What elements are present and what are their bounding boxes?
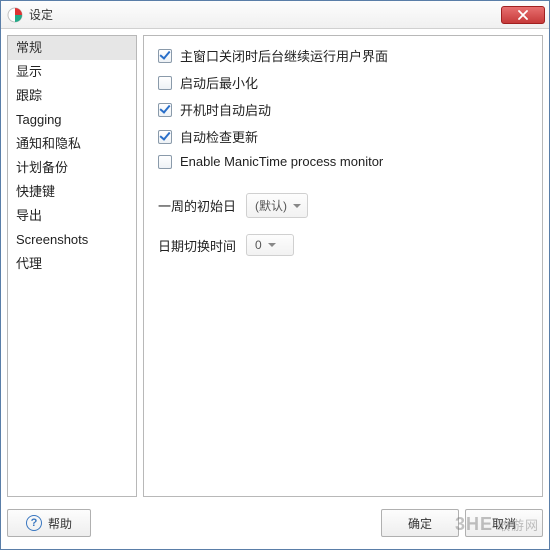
run-after-close-row: 主窗口关闭时后台继续运行用户界面 [158, 46, 528, 65]
day-switch-select[interactable]: 0 [246, 234, 294, 256]
autostart-checkbox[interactable] [158, 103, 172, 117]
settings-window: 设定 常规显示跟踪Tagging通知和隐私计划备份快捷键导出Screenshot… [0, 0, 550, 550]
sidebar-item-1[interactable]: 显示 [8, 60, 136, 84]
close-icon [518, 10, 528, 20]
auto-update-label: 自动检查更新 [180, 127, 258, 146]
ok-label: 确定 [408, 515, 432, 532]
run-after-close-label: 主窗口关闭时后台继续运行用户界面 [180, 46, 388, 65]
window-title: 设定 [29, 6, 501, 23]
sidebar-item-9[interactable]: 代理 [8, 252, 136, 276]
process-monitor-checkbox[interactable] [158, 155, 172, 169]
autostart-row: 开机时自动启动 [158, 100, 528, 119]
chevron-down-icon [268, 243, 276, 247]
chevron-down-icon [293, 204, 301, 208]
cancel-label: 取消 [492, 515, 516, 532]
sidebar-item-5[interactable]: 计划备份 [8, 156, 136, 180]
ok-button[interactable]: 确定 [381, 509, 459, 537]
sidebar: 常规显示跟踪Tagging通知和隐私计划备份快捷键导出Screenshots代理 [7, 35, 137, 497]
auto-update-row: 自动检查更新 [158, 127, 528, 146]
sidebar-item-0[interactable]: 常规 [8, 36, 136, 60]
minimize-after-start-label: 启动后最小化 [180, 73, 258, 92]
sidebar-item-6[interactable]: 快捷键 [8, 180, 136, 204]
cancel-button[interactable]: 取消 [465, 509, 543, 537]
titlebar: 设定 [1, 1, 549, 29]
dialog-body: 常规显示跟踪Tagging通知和隐私计划备份快捷键导出Screenshots代理… [1, 29, 549, 503]
close-button[interactable] [501, 6, 545, 24]
week-start-select[interactable]: (默认) [246, 193, 308, 218]
day-switch-label: 日期切换时间 [158, 236, 236, 255]
app-icon [7, 7, 23, 23]
sidebar-item-8[interactable]: Screenshots [8, 228, 136, 252]
auto-update-checkbox[interactable] [158, 130, 172, 144]
sidebar-item-4[interactable]: 通知和隐私 [8, 132, 136, 156]
week-start-label: 一周的初始日 [158, 196, 236, 215]
sidebar-item-7[interactable]: 导出 [8, 204, 136, 228]
content-panel: 主窗口关闭时后台继续运行用户界面启动后最小化开机时自动启动自动检查更新 Enabl… [143, 35, 543, 497]
help-label: 帮助 [48, 515, 72, 532]
day-switch-value: 0 [255, 238, 262, 252]
process-monitor-row: Enable ManicTime process monitor [158, 154, 528, 169]
week-start-row: 一周的初始日 (默认) [158, 193, 528, 218]
sidebar-item-2[interactable]: 跟踪 [8, 84, 136, 108]
minimize-after-start-checkbox[interactable] [158, 76, 172, 90]
help-icon: ? [26, 515, 42, 531]
help-button[interactable]: ? 帮助 [7, 509, 91, 537]
autostart-label: 开机时自动启动 [180, 100, 271, 119]
dialog-footer: ? 帮助 确定 取消 [1, 503, 549, 549]
minimize-after-start-row: 启动后最小化 [158, 73, 528, 92]
day-switch-row: 日期切换时间 0 [158, 234, 528, 256]
process-monitor-label: Enable ManicTime process monitor [180, 154, 383, 169]
run-after-close-checkbox[interactable] [158, 49, 172, 63]
sidebar-item-3[interactable]: Tagging [8, 108, 136, 132]
week-start-value: (默认) [255, 197, 287, 214]
